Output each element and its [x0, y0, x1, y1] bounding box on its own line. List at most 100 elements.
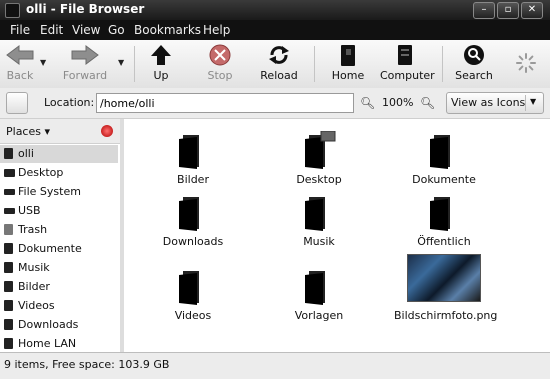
file-item[interactable]: Dokumente [394, 131, 494, 186]
sidebar-item-desktop[interactable]: Desktop [0, 164, 118, 182]
activity-spinner-icon [516, 53, 536, 73]
sidebar-item-olli[interactable]: olli [0, 145, 118, 163]
view-mode-label: View as Icons [451, 96, 526, 109]
stop-button[interactable]: Stop [204, 43, 236, 85]
sidebar-item-home-lan[interactable]: Home LAN [0, 335, 118, 353]
desktop-icon [4, 169, 15, 177]
sidebar-item-label: File System [18, 185, 81, 198]
zoom-level: 100% [382, 96, 414, 109]
computer-button[interactable]: Computer [380, 43, 435, 85]
sidebar-item-downloads[interactable]: Downloads [0, 316, 118, 334]
file-item[interactable]: Downloads [143, 193, 243, 248]
menu-file[interactable]: File [10, 23, 30, 37]
app-icon[interactable] [5, 3, 20, 18]
file-name: Bildschirmfoto.png [394, 309, 498, 322]
location-bar: Location: 🔍︎ 100% 🔍︎ View as Icons ▼ [0, 88, 550, 119]
folder-icon [4, 243, 13, 254]
search-button[interactable]: Search [454, 43, 494, 85]
folder-icon [305, 271, 325, 305]
toolbar-separator [314, 46, 315, 82]
file-name: Öffentlich [417, 235, 471, 248]
back-history-dropdown[interactable]: ▼ [40, 58, 46, 67]
file-item[interactable]: Bildschirmfoto.png [394, 254, 498, 322]
menu-view[interactable]: View [72, 23, 100, 37]
file-item[interactable]: Vorlagen [269, 267, 369, 322]
back-label: Back [6, 69, 34, 82]
chevron-down-icon: ▼ [530, 97, 537, 106]
reload-button[interactable]: Reload [259, 43, 299, 85]
sidebar-item-label: Bilder [18, 280, 50, 293]
desktop-folder-icon [305, 131, 336, 169]
folder-icon [179, 135, 199, 169]
stop-label: Stop [207, 69, 233, 82]
places-header[interactable]: Places ▾ [0, 119, 122, 144]
forward-history-dropdown[interactable]: ▼ [118, 58, 124, 67]
toolbar: Back ▼ Forward ▼ Up Stop Reload Home Com… [0, 40, 550, 89]
toolbar-separator [134, 46, 135, 82]
up-label: Up [153, 69, 169, 82]
folder-icon [430, 135, 450, 169]
sidebar-item-videos[interactable]: Videos [0, 297, 118, 315]
file-item[interactable]: Musik [269, 193, 369, 248]
zoom-in-icon[interactable]: 🔍︎ [420, 96, 435, 110]
close-button[interactable]: ✕ [521, 2, 543, 19]
sidebar-item-dokumente[interactable]: Dokumente [0, 240, 118, 258]
home-button[interactable]: Home [330, 43, 366, 85]
view-mode-select[interactable]: View as Icons ▼ [446, 92, 544, 114]
file-item[interactable]: Videos [143, 267, 243, 322]
close-sidebar-icon[interactable] [101, 125, 113, 137]
back-button[interactable]: Back [4, 43, 36, 85]
folder-icon [4, 300, 13, 311]
sidebar-item-label: USB [18, 204, 41, 217]
sidebar-item-bilder[interactable]: Bilder [0, 278, 118, 296]
sidebar-item-file-system[interactable]: File System [0, 183, 118, 201]
sidebar-item-musik[interactable]: Musik [0, 259, 118, 277]
folder-icon [4, 319, 13, 330]
menu-bookmarks[interactable]: Bookmarks [134, 23, 201, 37]
menu-edit[interactable]: Edit [40, 23, 63, 37]
sidebar-item-trash[interactable]: Trash [0, 221, 118, 239]
search-icon [464, 45, 484, 65]
menu-bar: File Edit View Go Bookmarks Help [0, 20, 550, 40]
file-name: Desktop [296, 173, 342, 186]
network-icon [4, 338, 13, 349]
file-name: Videos [174, 309, 212, 322]
menu-go[interactable]: Go [108, 23, 125, 37]
minimize-button[interactable]: – [473, 2, 495, 19]
menu-help[interactable]: Help [203, 23, 230, 37]
search-label: Search [455, 69, 493, 82]
view-mode-divider [525, 95, 526, 111]
image-thumbnail [407, 254, 481, 302]
location-label: Location: [44, 96, 95, 109]
places-sidebar: Places ▾ olli Desktop File System USB Tr… [0, 119, 123, 352]
forward-button[interactable]: Forward [62, 43, 108, 85]
up-button[interactable]: Up [146, 43, 176, 85]
forward-arrow-icon [71, 45, 99, 65]
sidebar-item-label: Trash [18, 223, 48, 236]
file-name: Vorlagen [294, 309, 344, 322]
window-title: olli - File Browser [26, 2, 145, 16]
folder-icon [4, 281, 13, 292]
sidebar-item-usb[interactable]: USB [0, 202, 118, 220]
back-arrow-icon [6, 45, 34, 65]
sidebar-item-label: Downloads [18, 318, 79, 331]
computer-icon [398, 45, 412, 65]
folder-icon [4, 262, 13, 273]
up-arrow-icon [151, 45, 171, 65]
usb-drive-icon [4, 208, 15, 214]
zoom-out-icon[interactable]: 🔍︎ [360, 96, 375, 110]
file-item[interactable]: Öffentlich [394, 193, 494, 248]
home-label: Home [331, 69, 365, 82]
file-name: Downloads [162, 235, 224, 248]
file-item[interactable]: Bilder [143, 131, 243, 186]
status-bar: 9 items, Free space: 103.9 GB [0, 352, 550, 379]
location-edit-toggle-button[interactable] [6, 92, 28, 114]
maximize-button[interactable]: ▫ [497, 2, 519, 19]
forward-label: Forward [62, 69, 108, 82]
location-input[interactable] [96, 93, 354, 113]
folder-icon [179, 197, 199, 231]
status-text: 9 items, Free space: 103.9 GB [4, 358, 170, 371]
sidebar-item-label: Musik [18, 261, 50, 274]
file-item[interactable]: Desktop [269, 131, 369, 186]
trash-icon [4, 224, 13, 235]
